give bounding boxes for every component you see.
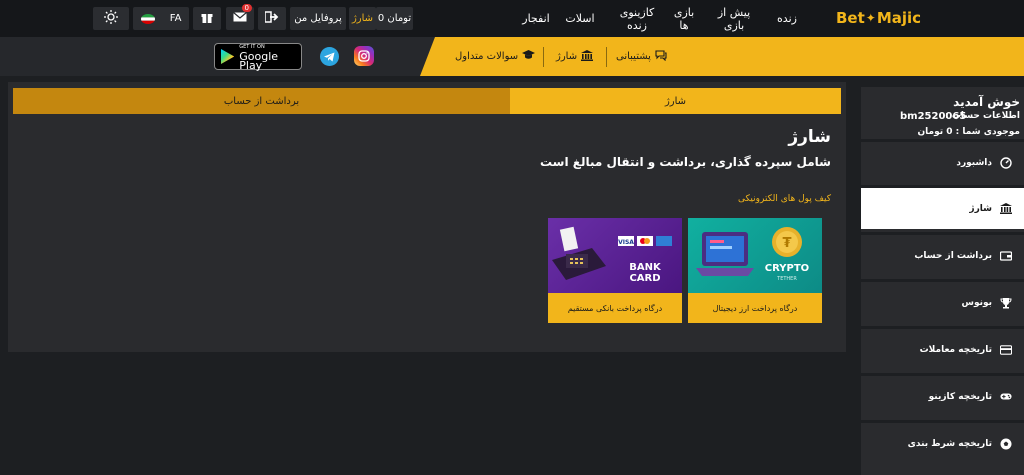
sidebar-item-casino-history[interactable]: تاریخچه کازینو [861, 373, 1024, 417]
bank-icon [1000, 203, 1012, 215]
gift-button[interactable] [193, 7, 221, 30]
language-selector[interactable]: FA [133, 7, 189, 30]
svg-text:VISA: VISA [618, 239, 634, 246]
divider [606, 47, 607, 67]
gift-icon [201, 11, 213, 26]
sidebar-item-bonus[interactable]: بونوس [861, 279, 1024, 323]
gamepad-icon [1000, 391, 1012, 403]
bank-card-image: VISA BANK CARD [548, 218, 682, 293]
faq-link[interactable]: سوالات متداول [455, 37, 536, 76]
instagram-icon[interactable] [354, 46, 374, 66]
telegram-icon[interactable] [320, 47, 339, 66]
messages-badge: 0 [241, 4, 252, 12]
messages-button[interactable]: 0 [226, 4, 254, 30]
google-play-button[interactable]: GET IT ON Google Play [214, 43, 302, 71]
tab-charge[interactable]: شارژ [510, 88, 841, 114]
sidebar-item-withdraw[interactable]: برداشت از حساب [861, 232, 1024, 276]
bank-gateway-card[interactable]: VISA BANK CARD درگاه پرداخت بانکی مستقیم [548, 218, 682, 323]
logout-icon [264, 11, 279, 26]
charge-link[interactable]: شارژ [349, 7, 376, 30]
graduation-cap-icon [522, 50, 536, 63]
gauge-icon [1000, 156, 1012, 169]
balance-display: 0 تومان [376, 7, 413, 30]
sidebar-item-charge[interactable]: شارژ [861, 185, 1024, 229]
nav-live-casino[interactable]: کازینوی زنده [612, 0, 662, 37]
google-play-icon [221, 49, 235, 64]
logout-button[interactable] [258, 7, 286, 30]
nav-prematch[interactable]: پیش از بازی [712, 0, 756, 37]
sidebar-item-transactions[interactable]: تاریخچه معاملات [861, 326, 1024, 370]
iran-flag-icon [140, 13, 155, 24]
page-title: شارژ [788, 127, 831, 147]
bank-card-footer: درگاه پرداخت بانکی مستقیم [548, 293, 682, 323]
logo-spark-icon: ✦ [865, 11, 876, 25]
profile-button[interactable]: پروفایل من [290, 7, 346, 30]
crypto-card-image: ₮ CRYPTO TETHER [688, 218, 822, 293]
subbar-charge-link[interactable]: شارژ [556, 37, 594, 76]
e-wallets-section-label: کیف پول های الکترونیکی [737, 194, 831, 204]
tab-withdraw[interactable]: برداشت از حساب [13, 88, 510, 114]
svg-text:₮: ₮ [782, 236, 791, 251]
nav-games[interactable]: بازی ها [670, 0, 698, 37]
sidebar-balance: موجودی شما : 0 تومان [917, 127, 1020, 137]
account-id: bm2520065 [900, 111, 967, 122]
welcome-text: خوش آمدید [953, 95, 1020, 109]
betmajic-logo[interactable]: Bet ✦ Majic [836, 9, 921, 27]
support-link[interactable]: پشتیبانی [616, 37, 667, 76]
envelope-icon [233, 12, 247, 25]
credit-card-icon [1000, 344, 1012, 356]
divider [543, 47, 544, 67]
page-subtitle: شامل سپرده گذاری، برداشت و انتقال مبالغ … [539, 155, 831, 169]
sidebar-item-bet-history[interactable]: تاریخچه شرط بندی [861, 420, 1024, 464]
soccer-ball-icon [1000, 438, 1012, 450]
nav-crash[interactable]: انفجار [518, 0, 554, 37]
theme-toggle-button[interactable] [93, 7, 129, 30]
trophy-icon [1000, 297, 1012, 309]
chat-icon [655, 49, 667, 64]
sun-icon [104, 10, 118, 27]
nav-live[interactable]: زنده [762, 0, 812, 37]
wallet-icon [1000, 250, 1012, 262]
nav-slots[interactable]: اسلات [562, 0, 598, 37]
bank-icon [581, 49, 594, 64]
crypto-gateway-card[interactable]: ₮ CRYPTO TETHER درگاه پرداخت ارز دیجیتال [688, 218, 822, 323]
sidebar-item-dashboard[interactable]: داشبورد [861, 139, 1024, 183]
crypto-card-footer: درگاه پرداخت ارز دیجیتال [688, 293, 822, 323]
